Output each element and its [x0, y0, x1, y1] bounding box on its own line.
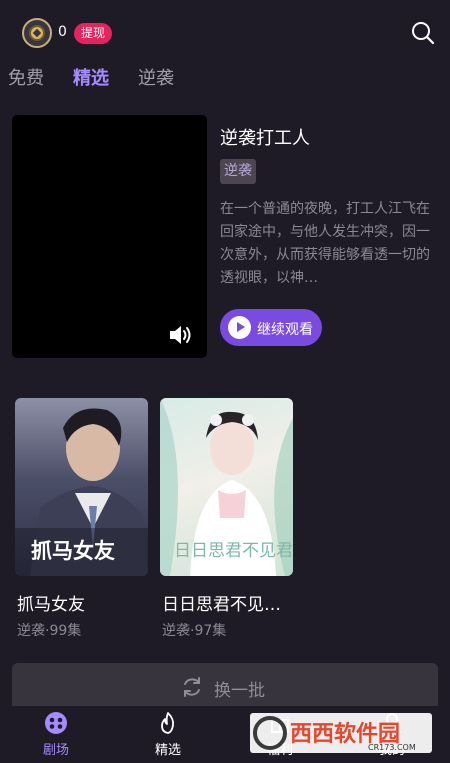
nav-label: 剧场 [42, 743, 69, 758]
drama-card[interactable]: 抓马女友 抓马女友 逆袭·99集 [15, 398, 148, 639]
feature-title[interactable]: 逆袭打工人 [220, 124, 310, 150]
category-tabs: 免费 精选 逆袭 [0, 64, 450, 92]
tab-free[interactable]: 免费 [8, 64, 44, 90]
drama-meta: 逆袭·97集 [162, 623, 227, 639]
coin-inner [29, 25, 45, 41]
poster-title: 抓马女友 [31, 539, 115, 563]
volume-icon[interactable] [169, 324, 195, 346]
feature-description: 在一个普通的夜晚，打工人江飞在回家途中，与他人发生冲突，因一次意外，从而获得能够… [220, 201, 430, 286]
flame-icon [161, 712, 175, 734]
nav-theater[interactable]: 剧场 [0, 706, 112, 763]
coin-icon[interactable] [22, 18, 52, 48]
poster-art: 抓马女友 [15, 408, 148, 576]
drama-meta: 逆袭·99集 [17, 623, 82, 639]
poster-art: 日日思君不见君 [160, 398, 293, 576]
watermark-logo: 西西软件园 CR173.COM [250, 713, 432, 753]
search-icon[interactable] [410, 20, 436, 46]
nav-label: 精选 [154, 743, 181, 758]
feature-tag[interactable]: 逆袭 [220, 159, 256, 184]
app-screen: 0 提现 免费 精选 逆袭 逆袭打工人 逆袭 在一个普通的夜晚，打工人江飞在回家… [0, 0, 450, 763]
continue-watching-button[interactable]: 继续观看 [220, 309, 322, 346]
refresh-icon [184, 677, 200, 697]
top-bar: 0 提现 [0, 14, 450, 52]
drama-card[interactable]: 日日思君不见君 日日思君不见… 逆袭·97集 [160, 398, 293, 639]
coin-count: 0 [58, 24, 67, 40]
watermark-sub: CR173.COM [368, 743, 416, 752]
continue-watching-label: 继续观看 [257, 322, 313, 338]
refresh-button[interactable]: 换一批 [12, 663, 438, 710]
video-player[interactable] [12, 115, 207, 358]
play-icon [228, 316, 251, 339]
tab-comeback[interactable]: 逆袭 [138, 64, 174, 90]
theater-icon [45, 712, 67, 734]
coin-hole [32, 28, 42, 38]
drama-poster[interactable]: 日日思君不见君 [160, 398, 293, 576]
drama-title[interactable]: 抓马女友 [17, 590, 85, 615]
drama-poster[interactable]: 抓马女友 [15, 398, 148, 576]
poster-title: 日日思君不见君 [174, 541, 293, 561]
drama-title[interactable]: 日日思君不见… [162, 590, 281, 615]
refresh-label: 换一批 [214, 681, 265, 701]
tab-featured[interactable]: 精选 [73, 64, 109, 90]
play-triangle [237, 322, 245, 332]
nav-featured[interactable]: 精选 [112, 706, 224, 763]
withdraw-button[interactable]: 提现 [74, 23, 113, 44]
